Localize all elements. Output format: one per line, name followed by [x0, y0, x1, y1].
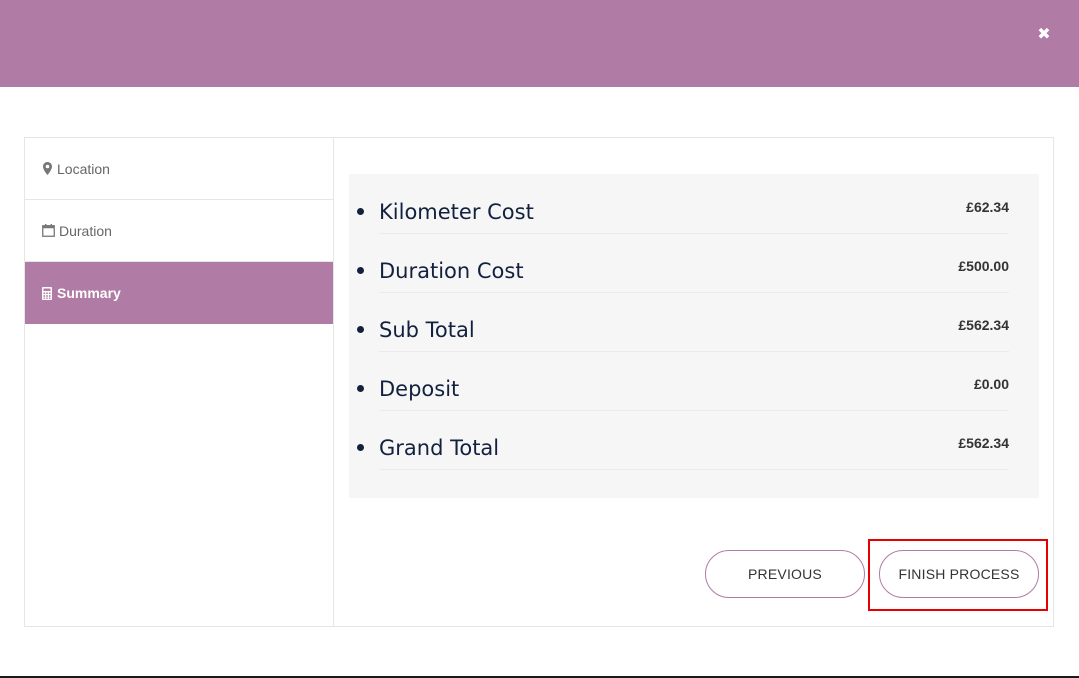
modal-header: ✖	[0, 0, 1079, 87]
sidebar-item-summary[interactable]: Summary	[25, 262, 333, 324]
calculator-icon	[41, 286, 53, 300]
summary-box: Kilometer Cost £62.34 Duration Cost £500…	[349, 174, 1039, 498]
summary-label: Deposit	[379, 377, 460, 401]
summary-amount: £62.34	[966, 199, 1009, 215]
close-icon: ✖	[1037, 26, 1051, 43]
summary-row-kilometer-cost: Kilometer Cost £62.34	[349, 174, 1039, 234]
wizard-sidebar: Location Duration Summary	[25, 138, 334, 626]
previous-button[interactable]: PREVIOUS	[705, 550, 865, 598]
summary-list: Kilometer Cost £62.34 Duration Cost £500…	[349, 174, 1039, 470]
sidebar-item-duration[interactable]: Duration	[25, 200, 333, 262]
wizard-content: Kilometer Cost £62.34 Duration Cost £500…	[334, 138, 1053, 626]
summary-label: Grand Total	[379, 436, 500, 460]
sidebar-item-location[interactable]: Location	[25, 138, 333, 200]
summary-row-deposit: Deposit £0.00	[349, 351, 1039, 411]
summary-amount: £500.00	[958, 258, 1009, 274]
close-button[interactable]: ✖	[1033, 24, 1055, 46]
bullet-icon	[357, 208, 364, 215]
bullet-icon	[357, 267, 364, 274]
wizard-panel: Location Duration Summary Kilometer Cost…	[24, 137, 1054, 627]
summary-row-duration-cost: Duration Cost £500.00	[349, 233, 1039, 293]
summary-label: Duration Cost	[379, 259, 524, 283]
bullet-icon	[357, 385, 364, 392]
finish-process-button[interactable]: FINISH PROCESS	[879, 550, 1039, 598]
booking-modal: ✖ Location Duration Summary Kilometer Co…	[0, 0, 1079, 678]
row-divider	[379, 469, 1009, 470]
sidebar-item-label: Summary	[57, 285, 121, 301]
summary-row-sub-total: Sub Total £562.34	[349, 292, 1039, 352]
summary-label: Sub Total	[379, 318, 475, 342]
summary-amount: £562.34	[958, 435, 1009, 451]
sidebar-item-label: Duration	[59, 222, 112, 239]
summary-row-grand-total: Grand Total £562.34	[349, 410, 1039, 470]
sidebar-item-label: Location	[57, 160, 110, 177]
map-marker-icon	[41, 162, 53, 176]
summary-amount: £562.34	[958, 317, 1009, 333]
bullet-icon	[357, 444, 364, 451]
bullet-icon	[357, 326, 364, 333]
calendar-icon	[41, 224, 55, 238]
summary-label: Kilometer Cost	[379, 200, 534, 224]
summary-amount: £0.00	[973, 376, 1009, 392]
